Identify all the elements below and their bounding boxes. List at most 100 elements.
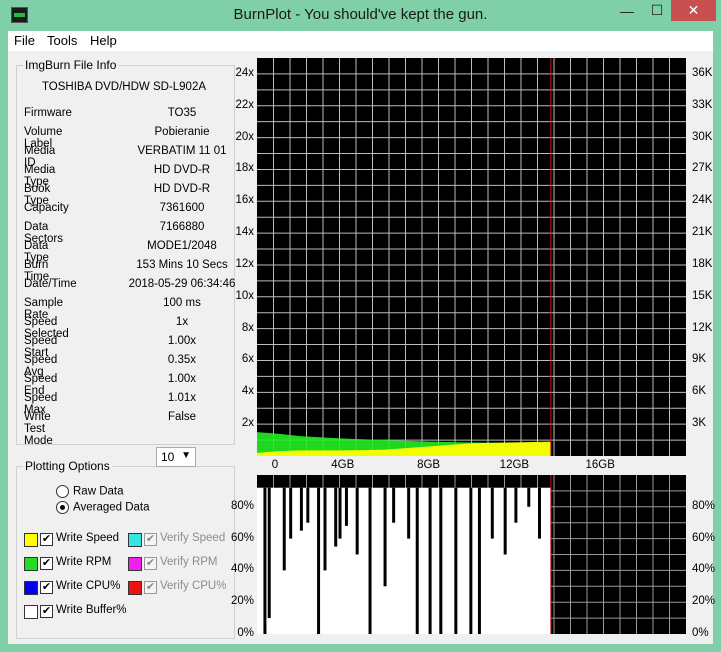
- checkbox[interactable]: ✔: [144, 581, 157, 594]
- color-swatch[interactable]: [24, 557, 38, 571]
- buffer-dip: [299, 487, 303, 531]
- buffer-plot-area: [257, 475, 686, 634]
- buffer-dip: [344, 487, 348, 526]
- color-swatch[interactable]: [24, 533, 38, 547]
- y2-tick-label: 9K: [692, 353, 707, 366]
- buffer-dip: [537, 487, 541, 539]
- option-label: Write Speed: [56, 532, 120, 544]
- raw-data-radio-circle[interactable]: [56, 485, 69, 498]
- y-tick-label: 8x: [241, 321, 254, 334]
- buffer-dip: [407, 487, 411, 539]
- raw-data-radio[interactable]: Raw Data: [56, 485, 124, 498]
- checkbox[interactable]: ✔: [40, 581, 53, 594]
- buffer-dip: [392, 487, 396, 523]
- buffer-dip: [415, 487, 419, 634]
- buffer-tick-label: 20%: [230, 595, 254, 608]
- main-client: ImgBurn File Info Plotting Options: [8, 51, 713, 644]
- info-value: 1.00x: [167, 335, 197, 347]
- x-tick-label: 12GB: [499, 459, 530, 471]
- option-label: Write Buffer%: [56, 604, 127, 616]
- option-label: Write CPU%: [56, 580, 121, 592]
- buffer-dip: [439, 487, 443, 634]
- y-tick-label: 20x: [235, 130, 254, 143]
- averaged-data-radio-circle[interactable]: [56, 501, 69, 514]
- buffer-series-area: [257, 487, 551, 634]
- buffer-dip: [368, 487, 372, 634]
- y2-tick-label: 15K: [692, 289, 713, 302]
- speed-plot-area: [257, 58, 686, 456]
- menu-bar: File Tools Help: [8, 31, 713, 51]
- averaged-data-radio[interactable]: Averaged Data: [56, 501, 150, 514]
- buffer-dip: [289, 487, 293, 539]
- buffer-dip: [527, 487, 531, 507]
- buffer-dip: [282, 487, 286, 571]
- menu-file[interactable]: File: [14, 33, 35, 48]
- chevron-down-icon: ▼: [181, 450, 191, 461]
- buffer-tick-label-right: 60%: [692, 531, 716, 544]
- buffer-dip: [454, 487, 458, 634]
- buffer-dip: [263, 487, 267, 634]
- y2-tick-label: 27K: [692, 162, 713, 175]
- checkbox[interactable]: ✔: [144, 557, 157, 570]
- buffer-dip: [267, 487, 271, 619]
- buffer-dip: [503, 487, 507, 555]
- x-tick-label: 8GB: [417, 459, 441, 471]
- y-tick-label: 6x: [241, 353, 254, 366]
- color-swatch[interactable]: [24, 581, 38, 595]
- speed-series-area: [257, 441, 551, 456]
- color-swatch[interactable]: [128, 581, 142, 595]
- burnplot-window: BurnPlot - You should've kept the gun. —…: [0, 0, 721, 652]
- buffer-dip: [477, 487, 481, 634]
- checkbox[interactable]: ✔: [40, 605, 53, 618]
- y-tick-label: 18x: [235, 162, 254, 175]
- buffer-tick-label-right: 0%: [692, 627, 709, 639]
- info-label: Firmware: [24, 107, 72, 119]
- info-value: 1.00x: [167, 373, 197, 385]
- buffer-tick-label-right: 20%: [692, 595, 716, 608]
- y-tick-label: 2x: [241, 417, 254, 430]
- menu-help[interactable]: Help: [90, 33, 117, 48]
- buffer-tick-label: 40%: [230, 563, 254, 576]
- buffer-dip: [355, 487, 359, 555]
- buffer-tick-label: 0%: [237, 627, 254, 639]
- drive-name: TOSHIBA DVD/HDW SD-L902A: [41, 81, 207, 93]
- x-tick-label: 16GB: [585, 459, 615, 471]
- info-label: Write Test Mode: [24, 411, 53, 447]
- buffer-dip: [323, 487, 327, 571]
- minimize-button[interactable]: —: [610, 0, 644, 21]
- plotting-options-heading: Plotting Options: [25, 459, 110, 473]
- buffer-dip: [514, 487, 518, 523]
- title-bar[interactable]: BurnPlot - You should've kept the gun. —…: [0, 0, 721, 31]
- average-count-select[interactable]: 10 ▼: [156, 447, 196, 467]
- y2-tick-label: 3K: [692, 417, 707, 430]
- option-label: Verify CPU%: [160, 580, 227, 592]
- option-label: Verify RPM: [160, 556, 218, 568]
- y2-tick-label: 24K: [692, 194, 713, 207]
- info-value: VERBATIM 11 01: [137, 145, 227, 157]
- buffer-tick-label: 80%: [230, 499, 254, 512]
- buffer-tick-label-right: 80%: [692, 499, 716, 512]
- color-swatch[interactable]: [128, 557, 142, 571]
- buffer-dip: [383, 487, 387, 587]
- buffer-tick-label-right: 40%: [692, 563, 716, 576]
- close-button[interactable]: ✕: [671, 0, 716, 21]
- checkbox[interactable]: ✔: [144, 533, 157, 546]
- y2-tick-label: 6K: [692, 385, 707, 398]
- maximize-button[interactable]: ☐: [644, 0, 670, 21]
- y-tick-label: 12x: [235, 257, 254, 270]
- y-tick-label: 14x: [235, 226, 254, 239]
- speed-series-area: [257, 432, 551, 456]
- menu-tools[interactable]: Tools: [47, 33, 77, 48]
- checkbox[interactable]: ✔: [40, 533, 53, 546]
- y2-tick-label: 12K: [692, 321, 713, 334]
- info-value: HD DVD-R: [153, 183, 211, 195]
- y-tick-label: 22x: [235, 98, 254, 111]
- average-count-value: 10: [161, 450, 175, 464]
- file-info-heading: ImgBurn File Info: [25, 58, 117, 72]
- checkbox[interactable]: ✔: [40, 557, 53, 570]
- y-tick-label: 4x: [241, 385, 254, 398]
- info-value: MODE1/2048: [147, 240, 217, 252]
- color-swatch[interactable]: [128, 533, 142, 547]
- color-swatch[interactable]: [24, 605, 38, 619]
- buffer-dip: [317, 487, 321, 634]
